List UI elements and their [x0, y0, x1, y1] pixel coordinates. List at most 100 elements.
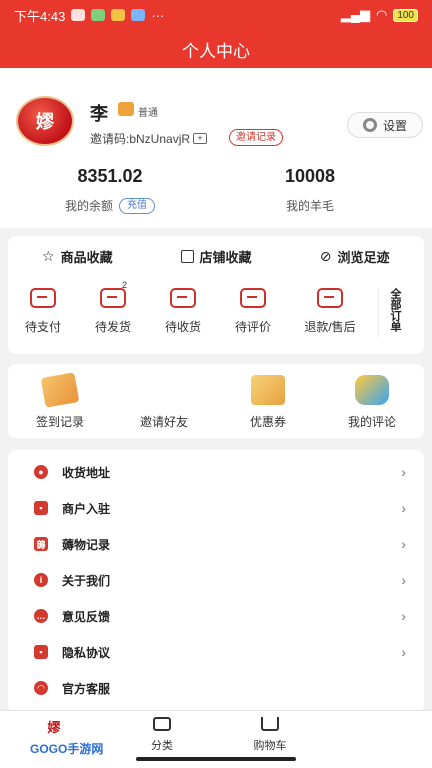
shop-favorites-button[interactable]: 店铺收藏 — [147, 247, 286, 266]
merchant-icon: ▪ — [34, 501, 48, 515]
product-favorites-button[interactable]: ☆ 商品收藏 — [8, 247, 147, 266]
shop-favorites-label: 店铺收藏 — [199, 249, 252, 265]
settings-menu: ● 收货地址 › ▪ 商户入驻 › 薅 薅物记录 › i 关于我们 › … 意见… — [8, 450, 424, 712]
chat-bubble-icon — [355, 375, 389, 405]
order-pending-review[interactable]: 待评价 — [218, 288, 288, 335]
wool-label: 我的羊毛 — [285, 199, 334, 213]
all-orders-button[interactable]: 全部订单 — [378, 288, 403, 338]
feedback-icon: … — [34, 609, 48, 623]
more-notifications-icon: ··· — [151, 7, 165, 23]
app-notification-icon — [131, 9, 146, 21]
notification-icon — [71, 9, 86, 21]
order-status-row: 待支付 2 待发货 待收货 待评价 退款/售后 全部订单 — [8, 276, 424, 346]
balance-stat[interactable]: 8351.02 我的余额 充值 — [30, 166, 190, 214]
cart-icon — [261, 717, 279, 731]
orders-card: ☆ 商品收藏 店铺收藏 ⊘ 浏览足迹 待支付 2 待发货 待收货 待评价 退款/… — [8, 236, 424, 354]
package-icon — [100, 288, 126, 308]
menu-label: 关于我们 — [62, 573, 111, 588]
tool-label: 签到记录 — [35, 415, 84, 429]
balance-value: 8351.02 — [77, 166, 143, 186]
order-pending-receipt[interactable]: 待收货 — [148, 288, 218, 335]
home-logo-icon: 嫪 — [47, 720, 61, 736]
menu-label: 隐私协议 — [62, 645, 111, 660]
recharge-button[interactable]: 充值 — [119, 197, 155, 214]
order-pending-payment[interactable]: 待支付 — [8, 288, 78, 335]
copy-icon[interactable]: + — [193, 133, 208, 144]
refund-icon — [317, 288, 343, 308]
favorites-row: ☆ 商品收藏 店铺收藏 ⊘ 浏览足迹 — [8, 236, 424, 276]
shop-icon — [180, 249, 194, 263]
app-notification-icon — [111, 9, 126, 21]
gear-icon — [362, 118, 377, 132]
record-icon: 薅 — [34, 537, 48, 551]
wifi-icon: ◠ — [375, 7, 388, 22]
coupon-icon — [251, 375, 285, 405]
tools-card: 签到记录 邀请好友 优惠券 我的评论 — [8, 364, 424, 438]
settings-button[interactable]: 设置 — [347, 112, 423, 138]
footprint-icon: ⊘ — [319, 247, 332, 264]
menu-item-feedback[interactable]: … 意见反馈 › — [8, 598, 424, 634]
settings-label: 设置 — [382, 118, 407, 133]
chevron-right-icon: › — [401, 572, 406, 588]
chevron-right-icon: › — [401, 608, 406, 624]
invite-code: 邀请码:bNzUnavjR + — [90, 130, 208, 147]
product-favorites-label: 商品收藏 — [60, 249, 113, 265]
username: 李 — [90, 104, 108, 124]
avatar[interactable]: 嫪 — [16, 96, 74, 146]
chevron-right-icon: › — [401, 464, 406, 480]
order-count-badge: 2 — [122, 280, 128, 290]
browse-history-button[interactable]: ⊘ 浏览足迹 — [285, 247, 424, 266]
menu-item-address[interactable]: ● 收货地址 › — [8, 454, 424, 490]
balance-label: 我的余额 — [64, 199, 113, 213]
invite-icon — [147, 375, 181, 405]
menu-label: 薅物记录 — [62, 537, 111, 552]
page-header: 个人中心 — [0, 30, 432, 68]
info-icon: i — [34, 573, 48, 587]
battery-icon: 100 — [393, 8, 418, 22]
order-status-label: 待支付 — [24, 320, 61, 334]
menu-label: 收货地址 — [62, 465, 111, 480]
category-icon — [153, 717, 171, 731]
checkin-icon — [40, 372, 80, 408]
menu-item-about[interactable]: i 关于我们 › — [8, 562, 424, 598]
checkin-record-button[interactable]: 签到记录 — [8, 364, 112, 438]
wool-stat[interactable]: 10008 我的羊毛 — [230, 166, 390, 214]
tab-label: 分类 — [151, 740, 173, 752]
wool-value: 10008 — [284, 166, 336, 186]
invite-record-button[interactable]: 邀请记录 — [229, 129, 283, 146]
privacy-icon: ▪ — [34, 645, 48, 659]
watermark-logo: GOGO手游网 — [30, 742, 104, 756]
order-pending-shipment[interactable]: 2 待发货 — [78, 280, 148, 335]
tool-label: 优惠券 — [249, 415, 286, 429]
status-time: 下午4:43 — [14, 8, 66, 24]
menu-item-privacy[interactable]: ▪ 隐私协议 › — [8, 634, 424, 670]
invite-friends-button[interactable]: 邀请好友 — [112, 364, 216, 438]
chevron-right-icon: › — [401, 500, 406, 516]
comment-icon — [240, 288, 266, 308]
tool-label: 邀请好友 — [139, 415, 188, 429]
status-bar: 下午4:43 ··· ▂▄▆ ◠ 100 — [0, 0, 432, 30]
menu-item-merchant[interactable]: ▪ 商户入驻 › — [8, 490, 424, 526]
star-icon: ☆ — [42, 247, 55, 264]
menu-item-customer-service[interactable]: ◠ 官方客服 — [8, 670, 424, 706]
tab-icon — [368, 717, 388, 735]
tool-label: 我的评论 — [347, 415, 396, 429]
location-icon: ● — [34, 465, 48, 479]
order-status-label: 待发货 — [94, 320, 131, 334]
coupons-button[interactable]: 优惠券 — [216, 364, 320, 438]
menu-label: 商户入驻 — [62, 501, 111, 516]
menu-item-record[interactable]: 薅 薅物记录 › — [8, 526, 424, 562]
my-comments-button[interactable]: 我的评论 — [320, 364, 424, 438]
page-title: 个人中心 — [182, 41, 250, 61]
order-refund[interactable]: 退款/售后 — [288, 288, 372, 335]
app-notification-icon — [91, 9, 106, 21]
signal-icon: ▂▄▆ — [340, 7, 370, 22]
order-status-label: 退款/售后 — [304, 320, 356, 334]
order-status-label: 待收货 — [164, 320, 201, 334]
tab-mine[interactable] — [324, 711, 432, 768]
headset-icon: ◠ — [34, 681, 48, 695]
invite-code-text: 邀请码:bNzUnavjR — [90, 132, 191, 146]
menu-label: 官方客服 — [62, 681, 111, 696]
chevron-right-icon: › — [401, 536, 406, 552]
home-indicator[interactable] — [136, 757, 296, 761]
